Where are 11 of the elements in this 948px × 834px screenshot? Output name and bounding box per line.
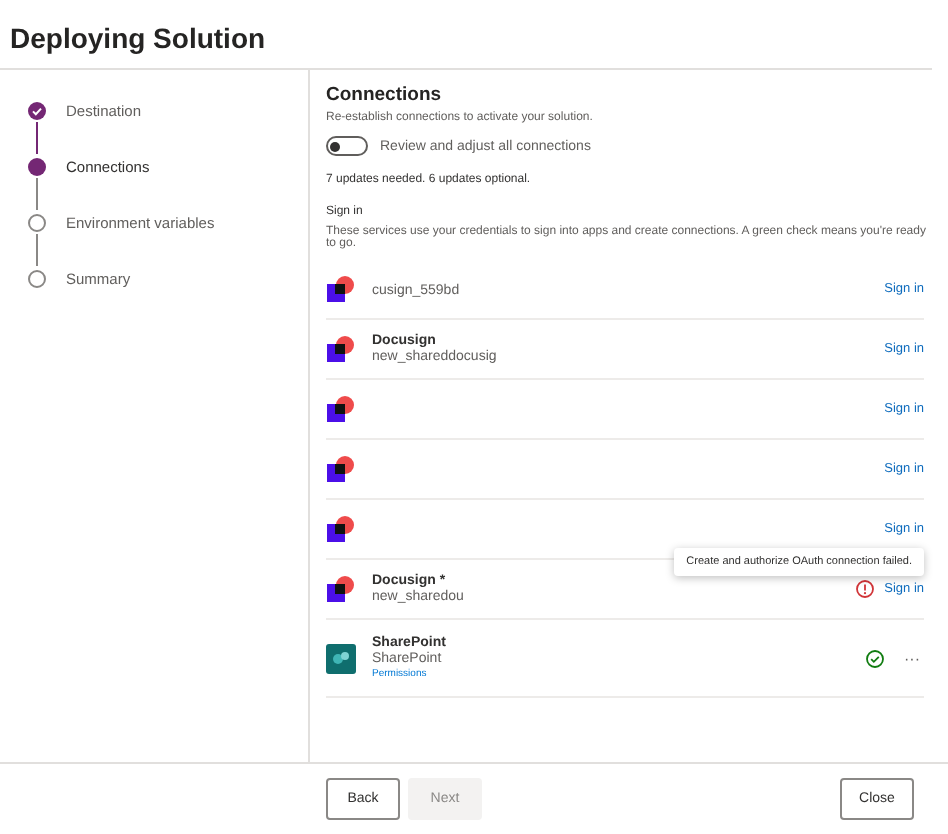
docusign-logo-icon (326, 515, 356, 543)
toggle-switch[interactable] (326, 136, 368, 156)
window-title: Deploying Solution (0, 0, 932, 70)
section-title: Connections (326, 84, 444, 106)
docusign-logo-icon (326, 395, 356, 423)
docusign-logo-icon (326, 455, 356, 483)
docusign-logo-icon (326, 335, 356, 363)
docusign-logo-icon (326, 275, 356, 303)
sharepoint-logo-icon (326, 643, 356, 673)
docusign-logo-icon (326, 575, 356, 603)
more-options-button[interactable]: ··· (904, 649, 920, 667)
